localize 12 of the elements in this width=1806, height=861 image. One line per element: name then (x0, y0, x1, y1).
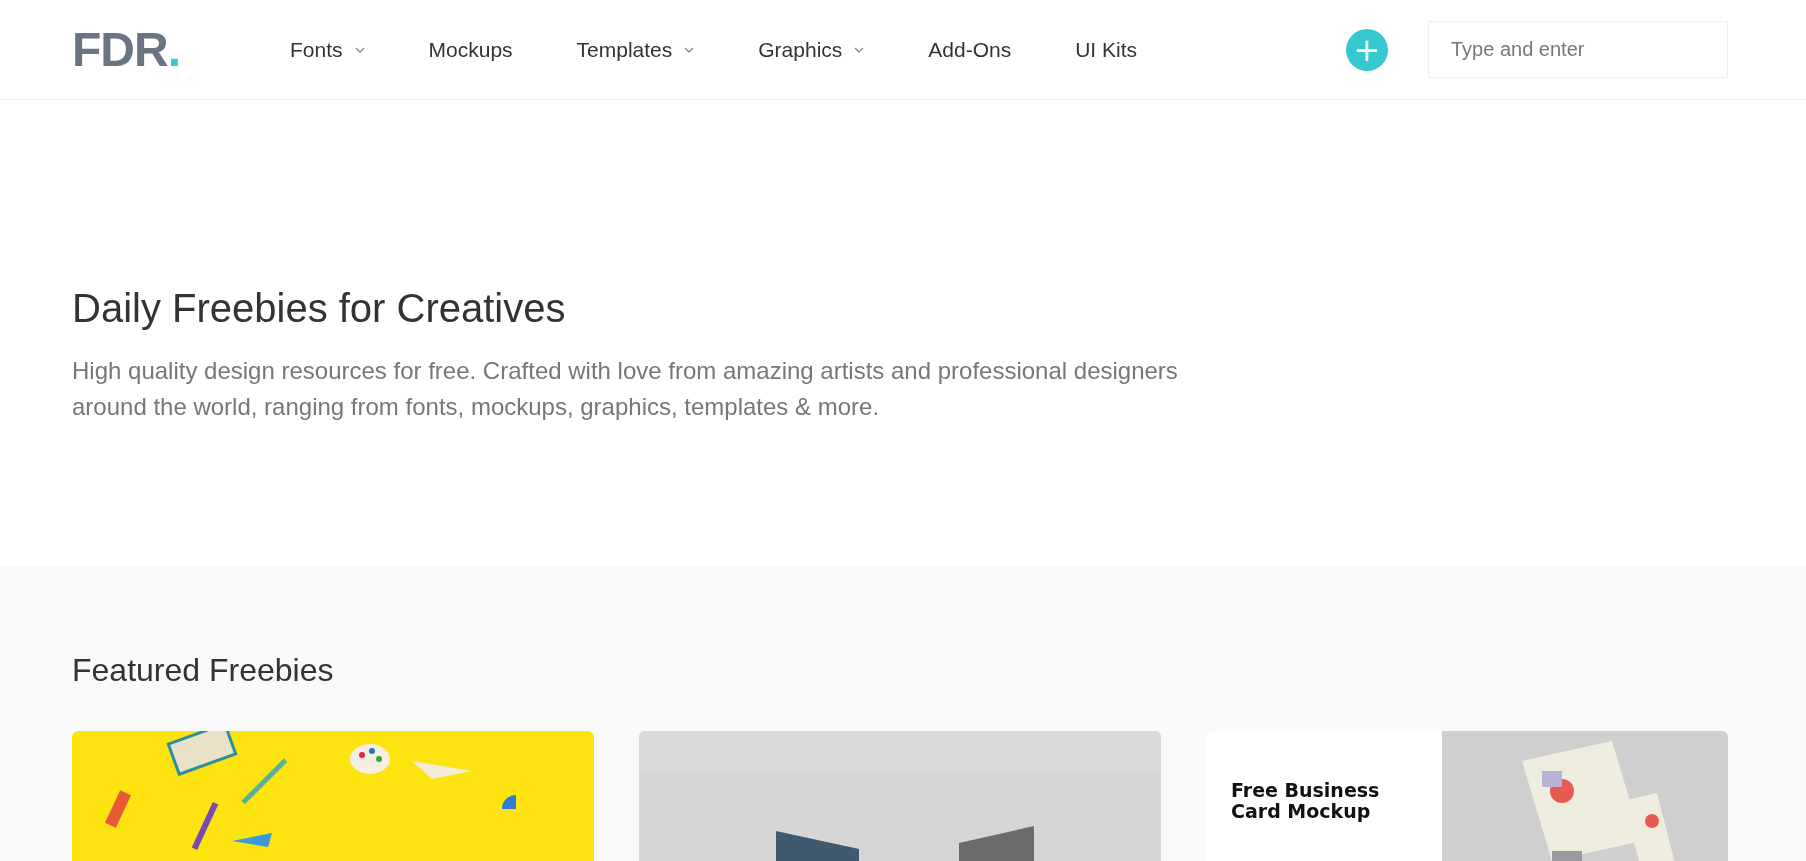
nav-link[interactable]: UI Kits (1075, 37, 1138, 62)
card-caption: Free Business Card Mockup (1231, 780, 1381, 822)
nav-link[interactable]: Mockups (428, 37, 513, 62)
hero-subtitle: High quality design resources for free. Crafted with love from amazing artists and professional designers around the world, ranging from fonts, mockups, graphics, templates & more. (72, 356, 1179, 422)
logo[interactable]: FDR. (72, 22, 180, 77)
nav-link[interactable]: Graphics (758, 37, 843, 62)
nav-link[interactable]: Templates (576, 37, 673, 62)
hero-title: Daily Freebies for Creatives (72, 286, 567, 331)
section-title: Featured Freebies (72, 652, 335, 689)
search-field[interactable]: Type and enter (1428, 21, 1728, 78)
nav-link[interactable]: Add-Ons (928, 37, 1012, 62)
nav-link[interactable]: Fonts (290, 37, 343, 62)
